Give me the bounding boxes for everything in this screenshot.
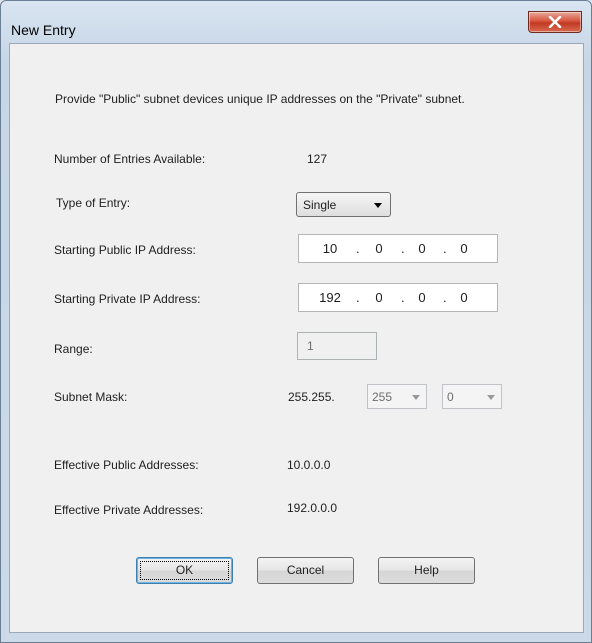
title-bar[interactable]: New Entry [1, 1, 591, 38]
type-of-entry-label: Type of Entry: [56, 196, 131, 210]
subnet-octet-4-select[interactable]: 0 [442, 384, 502, 409]
starting-private-ip-field[interactable]: 192 . 0 . 0 . 0 [298, 283, 498, 312]
ip-dot: . [401, 290, 405, 305]
dialog-content: Provide "Public" subnet devices unique I… [9, 43, 584, 633]
subnet-octet-3-value: 255 [372, 390, 393, 404]
effective-private-value: 192.0.0.0 [287, 501, 338, 515]
subnet-octet-4-value: 0 [447, 390, 454, 404]
close-button[interactable] [528, 11, 582, 33]
type-of-entry-select[interactable]: Single [296, 192, 391, 217]
range-value: 1 [307, 339, 314, 353]
subnet-mask-label: Subnet Mask: [54, 390, 128, 404]
effective-public-value: 10.0.0.0 [287, 458, 331, 472]
ip-octet-3[interactable]: 0 [407, 290, 437, 305]
ip-octet-1[interactable]: 10 [315, 241, 345, 256]
subnet-mask-prefix: 255.255. [288, 390, 335, 404]
ok-button[interactable]: OK [136, 557, 233, 584]
starting-private-ip-label: Starting Private IP Address: [54, 292, 201, 306]
chevron-down-icon [374, 203, 382, 208]
ip-octet-4[interactable]: 0 [449, 241, 479, 256]
starting-public-ip-label: Starting Public IP Address: [54, 243, 196, 257]
range-label: Range: [54, 342, 93, 356]
ip-octet-1[interactable]: 192 [315, 290, 345, 305]
ip-octet-2[interactable]: 0 [364, 290, 394, 305]
help-button-label: Help [414, 563, 439, 577]
entries-available-label: Number of Entries Available: [54, 152, 206, 166]
intro-text: Provide "Public" subnet devices unique I… [55, 92, 465, 106]
chevron-down-icon [412, 395, 420, 400]
focus-ring [140, 561, 229, 580]
cancel-button[interactable]: Cancel [257, 557, 354, 584]
ip-dot: . [401, 241, 405, 256]
close-icon [548, 16, 562, 28]
ip-dot: . [443, 290, 447, 305]
ip-dot: . [356, 241, 360, 256]
entries-available-value: 127 [307, 152, 328, 166]
ip-dot: . [443, 241, 447, 256]
ip-octet-3[interactable]: 0 [407, 241, 437, 256]
starting-public-ip-field[interactable]: 10 . 0 . 0 . 0 [298, 234, 498, 263]
chevron-down-icon [487, 395, 495, 400]
range-input[interactable]: 1 [297, 332, 377, 360]
window-title: New Entry [11, 22, 76, 38]
dialog-window: New Entry Provide "Public" subnet device… [0, 0, 592, 643]
type-of-entry-value: Single [303, 198, 337, 212]
help-button[interactable]: Help [378, 557, 475, 584]
ip-octet-2[interactable]: 0 [364, 241, 394, 256]
cancel-button-label: Cancel [286, 563, 325, 577]
effective-public-label: Effective Public Addresses: [54, 458, 199, 472]
subnet-octet-3-select[interactable]: 255 [367, 384, 427, 409]
effective-private-label: Effective Private Addresses: [54, 503, 204, 517]
ip-dot: . [356, 290, 360, 305]
ip-octet-4[interactable]: 0 [449, 290, 479, 305]
